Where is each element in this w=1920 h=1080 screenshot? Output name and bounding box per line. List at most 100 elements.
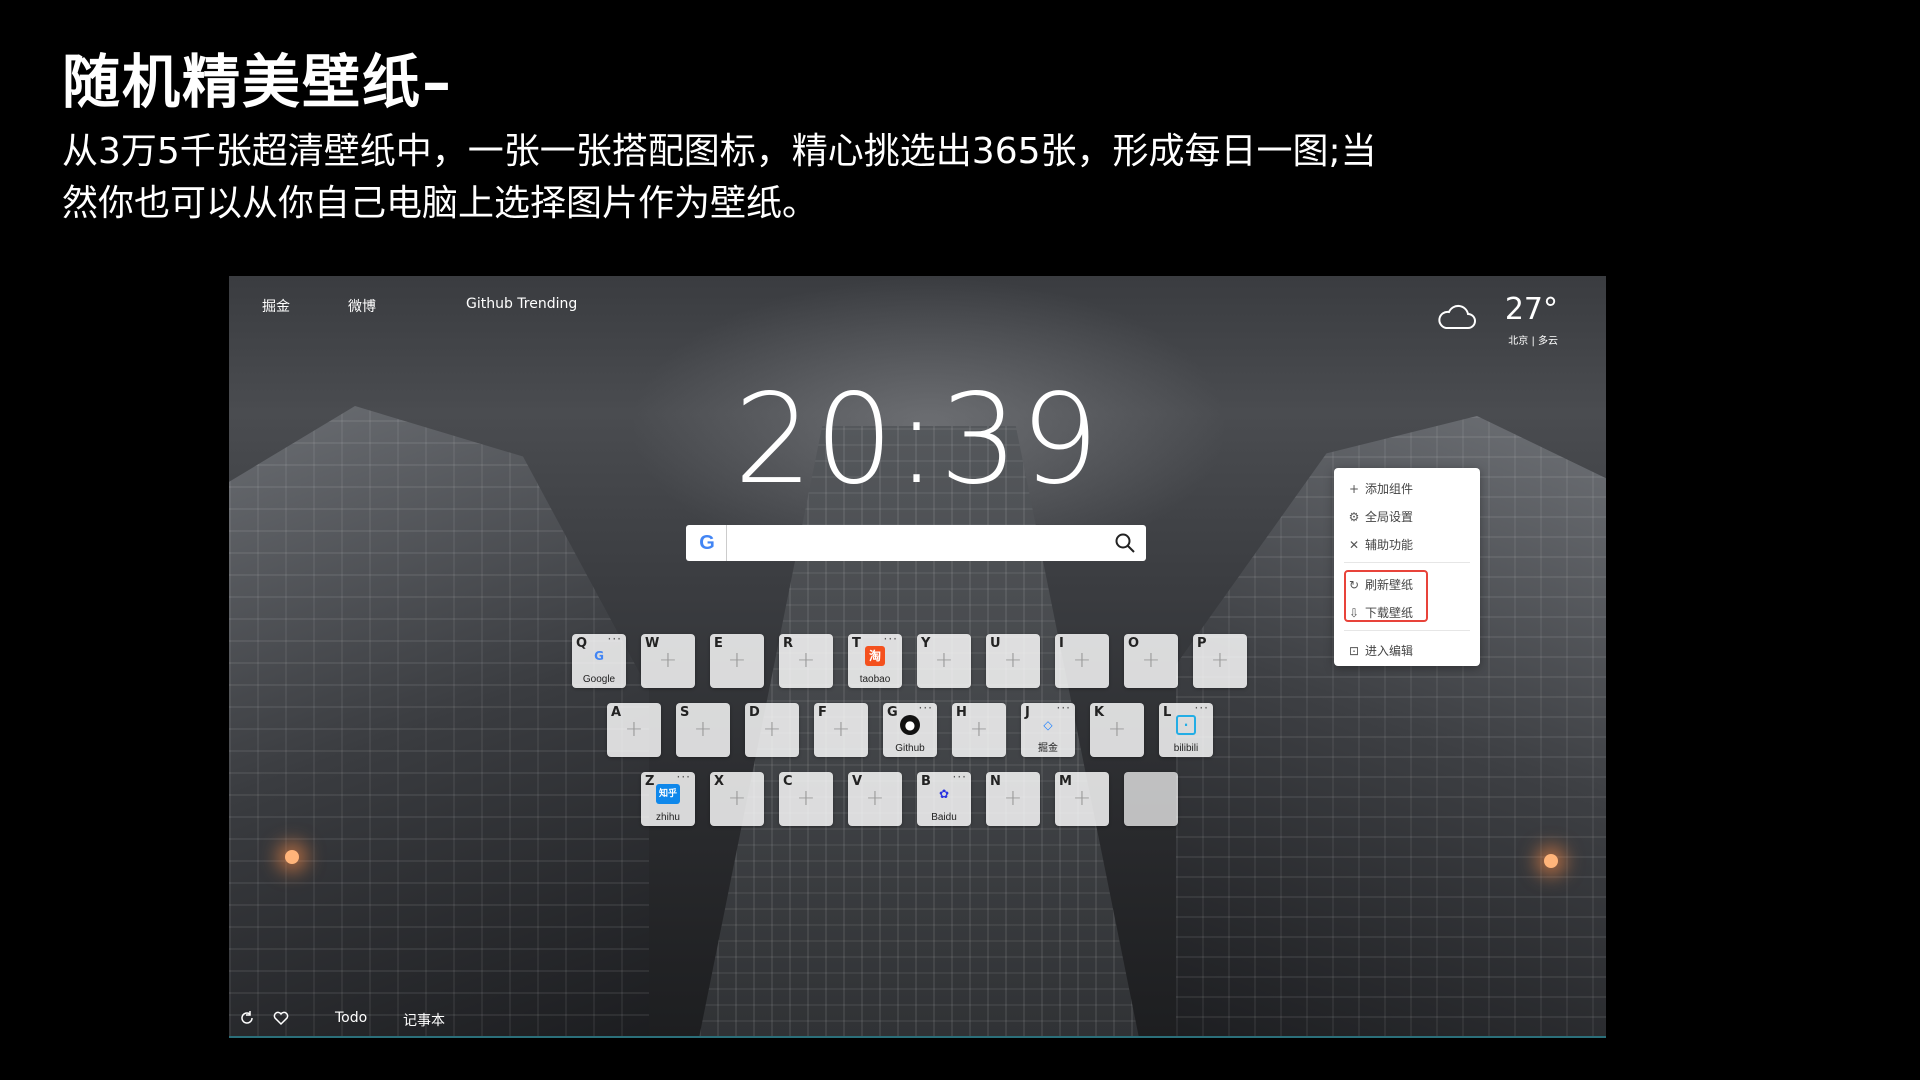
- tile-m[interactable]: M +: [1055, 772, 1109, 826]
- nav-link-github-trending[interactable]: Github Trending: [466, 296, 577, 312]
- tile-o[interactable]: O +: [1124, 634, 1178, 688]
- menu-item-label: 进入编辑: [1365, 644, 1414, 658]
- tile-x[interactable]: X +: [710, 772, 764, 826]
- plus-icon: +: [796, 648, 816, 673]
- menu-item-accessibility[interactable]: ✕ 辅助功能: [1348, 536, 1413, 553]
- more-icon[interactable]: ···: [608, 632, 622, 646]
- tile-s[interactable]: S +: [676, 703, 730, 757]
- menu-item-label: 辅助功能: [1365, 538, 1414, 552]
- tile-label: taobao: [859, 674, 891, 685]
- tile-a[interactable]: A +: [607, 703, 661, 757]
- cloud-icon: [1438, 304, 1476, 329]
- search-icon[interactable]: [1114, 532, 1136, 554]
- tile-b-baidu[interactable]: B ··· ✿ Baidu: [917, 770, 971, 826]
- tile-label: Baidu: [931, 812, 957, 823]
- menu-item-refresh-wallpaper[interactable]: ↻ 刷新壁纸: [1348, 576, 1413, 593]
- tile-p[interactable]: P +: [1193, 634, 1247, 688]
- more-icon[interactable]: ···: [953, 770, 967, 784]
- tile-u[interactable]: U +: [986, 634, 1040, 688]
- plus-icon: +: [727, 786, 747, 811]
- tile-i[interactable]: I +: [1055, 634, 1109, 688]
- tile-z-zhihu[interactable]: Z ··· 知乎 zhihu: [641, 770, 695, 826]
- bottom-bar: Todo 记事本: [229, 998, 1606, 1038]
- tile-y[interactable]: Y +: [917, 634, 971, 688]
- search-bar[interactable]: G: [686, 525, 1146, 561]
- tile-h[interactable]: H +: [952, 703, 1006, 757]
- menu-item-label: 全局设置: [1365, 510, 1414, 524]
- more-icon[interactable]: ···: [677, 770, 691, 784]
- plus-icon: +: [1107, 717, 1127, 742]
- browser-newtab-screenshot: 掘金 微博 Github Trending 27° 北京 | 多云 20:39 …: [229, 276, 1606, 1038]
- bilibili-icon: ·: [1176, 715, 1196, 735]
- tile-t-taobao[interactable]: T ··· 淘 taobao: [848, 632, 902, 688]
- plus-icon: +: [1072, 786, 1092, 811]
- gear-icon: ⚙: [1348, 509, 1360, 524]
- context-menu: + 添加组件 ⚙ 全局设置 ✕ 辅助功能 ↻ 刷新壁纸 ⇩ 下载壁纸 ⊡ 进入编…: [1334, 468, 1480, 666]
- tile-g-github[interactable]: G ··· ● Github: [883, 701, 937, 757]
- plus-icon: +: [1141, 648, 1161, 673]
- more-icon[interactable]: ···: [1057, 701, 1071, 715]
- menu-item-add-widget[interactable]: + 添加组件: [1348, 480, 1413, 497]
- menu-item-global-settings[interactable]: ⚙ 全局设置: [1348, 508, 1413, 525]
- google-icon[interactable]: G: [696, 532, 718, 554]
- nav-link-juejin[interactable]: 掘金: [262, 296, 290, 316]
- tile-q-google[interactable]: Q ··· G Google: [572, 632, 626, 688]
- plus-icon: +: [624, 717, 644, 742]
- menu-item-label: 添加组件: [1365, 482, 1414, 496]
- street-lamp-left: [285, 850, 299, 864]
- plus-icon: +: [831, 717, 851, 742]
- tile-r[interactable]: R +: [779, 634, 833, 688]
- github-icon: ●: [900, 715, 920, 735]
- tile-d[interactable]: D +: [745, 703, 799, 757]
- todo-link[interactable]: Todo: [335, 1010, 367, 1026]
- menu-divider: [1344, 630, 1470, 631]
- tile-j-juejin[interactable]: J ··· ◇ 掘金: [1021, 701, 1075, 757]
- download-icon: ⇩: [1348, 605, 1360, 620]
- tile-l-bilibili[interactable]: L ··· · bilibili: [1159, 701, 1213, 757]
- menu-item-enter-edit[interactable]: ⊡ 进入编辑: [1348, 642, 1413, 659]
- refresh-icon: ↻: [1348, 577, 1360, 592]
- tile-key: B: [921, 774, 931, 789]
- tile-w[interactable]: W +: [641, 634, 695, 688]
- notebook-link[interactable]: 记事本: [403, 1010, 445, 1030]
- slide-title: 随机精美壁纸–: [62, 48, 454, 116]
- plus-icon: +: [1003, 648, 1023, 673]
- refresh-icon[interactable]: [239, 1010, 255, 1026]
- menu-item-label: 下载壁纸: [1365, 606, 1414, 620]
- tile-key: L: [1163, 705, 1172, 720]
- tile-label: 掘金: [1038, 743, 1058, 754]
- plus-icon: +: [934, 648, 954, 673]
- menu-divider: [1344, 562, 1470, 563]
- plus-icon: +: [762, 717, 782, 742]
- nav-link-weibo[interactable]: 微博: [348, 296, 376, 316]
- plus-icon: +: [865, 786, 885, 811]
- bottom-accent-line: [229, 1036, 1606, 1038]
- tile-c[interactable]: C +: [779, 772, 833, 826]
- tile-v[interactable]: V +: [848, 772, 902, 826]
- google-icon: G: [594, 649, 604, 663]
- tools-icon: ✕: [1348, 537, 1360, 552]
- tile-blank[interactable]: [1124, 772, 1178, 826]
- juejin-icon: ◇: [1043, 718, 1053, 732]
- tile-e[interactable]: E +: [710, 634, 764, 688]
- plus-icon: +: [727, 648, 747, 673]
- more-icon[interactable]: ···: [884, 632, 898, 646]
- tile-label: Google: [582, 674, 616, 685]
- tile-label: zhihu: [656, 812, 680, 823]
- tile-key: Q: [576, 636, 588, 651]
- zhihu-icon: 知乎: [656, 784, 680, 804]
- heart-icon[interactable]: [273, 1010, 289, 1026]
- tile-f[interactable]: F +: [814, 703, 868, 757]
- tile-n[interactable]: N +: [986, 772, 1040, 826]
- search-input[interactable]: [726, 525, 1106, 561]
- more-icon[interactable]: ···: [919, 701, 933, 715]
- street-lamp-right: [1544, 854, 1558, 868]
- slide-description: 从3万5千张超清壁纸中，一张一张搭配图标，精心挑选出365张，形成每日一图;当然…: [62, 131, 1377, 224]
- menu-item-download-wallpaper[interactable]: ⇩ 下载壁纸: [1348, 604, 1413, 621]
- tile-key: T: [852, 636, 861, 651]
- tile-k[interactable]: K +: [1090, 703, 1144, 757]
- tile-label: Github: [895, 743, 925, 754]
- more-icon[interactable]: ···: [1195, 701, 1209, 715]
- plus-icon: +: [796, 786, 816, 811]
- weather-location: 北京 | 多云: [1508, 336, 1558, 347]
